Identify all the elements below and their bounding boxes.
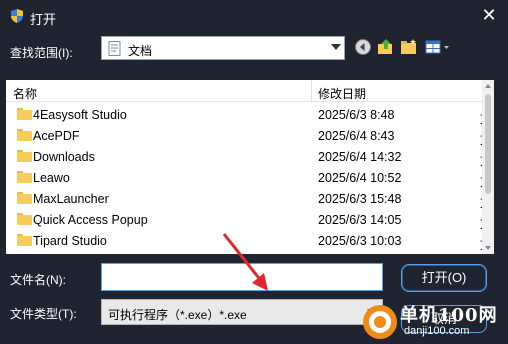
folder-icon <box>17 213 32 225</box>
file-name-label: 文件名(N): <box>10 273 66 287</box>
folder-icon <box>17 234 32 246</box>
list-item[interactable]: 4Easysoft Studio 2025/6/3 8:48 文 <box>6 104 493 126</box>
folder-icon <box>17 171 32 183</box>
look-in-dropdown[interactable]: 文档 <box>101 36 345 60</box>
file-date: 2025/6/3 8:48 <box>318 108 395 122</box>
file-date: 2025/6/4 14:32 <box>318 150 402 164</box>
up-folder-icon[interactable] <box>377 38 395 56</box>
scroll-thumb[interactable] <box>485 94 491 194</box>
view-menu-icon[interactable] <box>424 38 452 56</box>
document-folder-icon <box>108 41 121 56</box>
list-item[interactable]: Tipard Studio 2025/6/3 10:03 文 <box>6 230 493 252</box>
shield-icon <box>11 9 23 23</box>
list-header: 名称 修改日期 <box>6 80 482 102</box>
list-item[interactable]: Leawo 2025/6/4 10:52 文 <box>6 167 493 189</box>
folder-icon <box>17 150 32 162</box>
file-list[interactable]: 名称 修改日期 4Easysoft Studio 2025/6/3 8:48 文… <box>6 80 494 254</box>
file-date: 2025/6/4 10:52 <box>318 171 402 185</box>
file-name: Leawo <box>33 171 70 185</box>
list-item[interactable]: MaxLauncher 2025/6/3 15:48 文 <box>6 188 493 210</box>
list-item[interactable]: AcePDF 2025/6/4 8:43 文 <box>6 125 493 147</box>
file-name: Quick Access Popup <box>33 213 148 227</box>
column-header-date[interactable]: 修改日期 <box>318 85 366 102</box>
file-name: Tipard Studio <box>33 234 107 248</box>
scroll-down-icon[interactable] <box>485 246 491 250</box>
back-icon[interactable] <box>354 38 372 56</box>
new-folder-icon[interactable] <box>400 38 418 56</box>
column-separator[interactable] <box>311 80 312 102</box>
look-in-value: 文档 <box>128 44 153 58</box>
chevron-down-icon[interactable] <box>331 44 341 50</box>
file-name: 4Easysoft Studio <box>33 108 127 122</box>
list-item[interactable]: Quick Access Popup 2025/6/3 14:05 文 <box>6 209 493 231</box>
column-header-name[interactable]: 名称 <box>13 85 37 102</box>
title-bar: 打开 ✕ <box>0 0 508 32</box>
file-name-input[interactable] <box>101 263 383 291</box>
watermark-url: danji100.com <box>404 325 470 337</box>
list-rows: 4Easysoft Studio 2025/6/3 8:48 文 AcePDF … <box>6 104 493 252</box>
file-date: 2025/6/3 10:03 <box>318 234 402 248</box>
close-button[interactable]: ✕ <box>480 6 498 24</box>
folder-icon <box>17 129 32 141</box>
file-date: 2025/6/3 15:48 <box>318 192 402 206</box>
file-type-label: 文件类型(T): <box>10 307 77 321</box>
folder-icon <box>17 192 32 204</box>
watermark: 单机100网 danji100.com <box>360 297 508 344</box>
file-name: Downloads <box>33 150 95 164</box>
list-item[interactable]: Downloads 2025/6/4 14:32 文 <box>6 146 493 168</box>
file-name: MaxLauncher <box>33 192 109 206</box>
window-title: 打开 <box>30 12 57 27</box>
scroll-up-icon[interactable] <box>485 84 491 88</box>
file-name: AcePDF <box>33 129 80 143</box>
file-type-dropdown[interactable]: 可执行程序（*.exe）*.exe <box>101 299 383 325</box>
file-date: 2025/6/4 8:43 <box>318 129 395 143</box>
watermark-title: 单机100网 <box>400 305 498 326</box>
watermark-logo-icon <box>363 305 397 339</box>
open-button[interactable]: 打开(O) <box>401 264 487 292</box>
folder-icon <box>17 108 32 120</box>
file-date: 2025/6/3 14:05 <box>318 213 402 227</box>
file-type-value: 可执行程序（*.exe）*.exe <box>108 308 247 322</box>
look-in-label: 查找范围(I): <box>10 46 73 60</box>
vertical-scrollbar[interactable] <box>482 80 494 254</box>
